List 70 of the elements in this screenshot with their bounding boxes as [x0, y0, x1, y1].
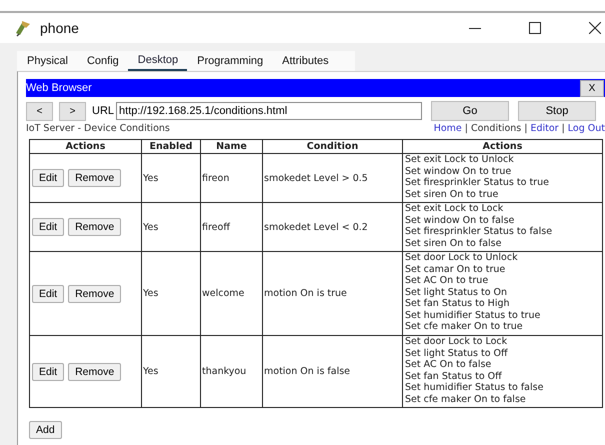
remove-button[interactable]: Remove: [68, 169, 122, 187]
close-icon[interactable]: [589, 22, 601, 34]
action-line: Set AC On to false: [405, 359, 492, 370]
edit-button[interactable]: Edit: [32, 284, 64, 302]
url-field[interactable]: http://192.168.25.1/conditions.html: [116, 102, 422, 120]
column-header: Actions: [402, 140, 602, 154]
nav-link[interactable]: Editor: [530, 123, 559, 134]
action-line: Set exit Lock to Lock: [405, 203, 504, 214]
nav-current: Conditions: [470, 123, 522, 134]
action-line: Set window On to false: [405, 214, 516, 226]
action-line: Set siren On to true: [405, 188, 500, 200]
stop-button[interactable]: Stop: [518, 101, 596, 121]
action-line: Set firesprinkler Status to true: [405, 177, 550, 188]
column-header: Name: [200, 140, 262, 154]
table-cell: smokedet Level < 0.2: [264, 222, 368, 232]
table-cell: Yes: [143, 172, 158, 184]
action-line: Set firesprinkler Status to false: [405, 226, 554, 238]
browser-title: Web Browser: [26, 82, 92, 94]
tab[interactable]: Physical: [17, 51, 77, 71]
remove-button[interactable]: Remove: [68, 284, 122, 302]
remove-button[interactable]: Remove: [68, 218, 122, 236]
column-header: Condition: [262, 140, 402, 154]
table-cell: welcome: [202, 288, 244, 299]
table-cell: Yes: [143, 366, 158, 377]
remove-button[interactable]: Remove: [68, 362, 122, 380]
action-line: Set window On to true: [405, 166, 512, 177]
action-line: Set exit Lock to Unlock: [405, 154, 515, 166]
action-line: Set humidifier Status to false: [405, 382, 544, 394]
tab[interactable]: Programming: [187, 51, 272, 71]
edit-button[interactable]: Edit: [32, 169, 64, 187]
action-line: Set door Lock to Lock: [405, 336, 508, 348]
nav-link[interactable]: Log Out: [568, 123, 605, 134]
separator: |: [464, 123, 468, 134]
table-cell: Yes: [143, 288, 158, 299]
nav-link[interactable]: Home: [434, 123, 462, 134]
table-cell: fireon: [202, 172, 230, 184]
column-header: Actions: [30, 140, 142, 154]
table-cell: thankyou: [202, 366, 246, 377]
separator: |: [562, 123, 565, 134]
action-line: Set fan Status to Off: [405, 370, 503, 382]
table-cell: fireoff: [202, 222, 230, 232]
tab[interactable]: Config: [76, 51, 128, 71]
action-line: Set cfe maker On to false: [405, 394, 527, 405]
table-cell: Yes: [143, 222, 158, 232]
go-button[interactable]: Go: [431, 101, 510, 121]
edit-button[interactable]: Edit: [32, 218, 64, 236]
maximize-icon[interactable]: [529, 22, 541, 34]
action-line: Set cfe maker On to true: [405, 321, 524, 332]
table-cell: motion On is true: [264, 288, 347, 299]
tab[interactable]: Attributes: [272, 51, 338, 71]
action-line: Set siren On to false: [405, 238, 502, 249]
action-line: Set camar On to true: [405, 264, 506, 275]
edit-button[interactable]: Edit: [32, 362, 64, 380]
separator: |: [524, 123, 528, 134]
action-line: Set humidifier Status to true: [405, 310, 542, 321]
action-line: Set door Lock to Unlock: [405, 252, 519, 264]
add-button[interactable]: Add: [29, 421, 62, 439]
page-heading: IoT Server - Device Conditions: [26, 123, 170, 134]
action-line: Set light Status to On: [405, 286, 508, 298]
url-label: URL: [92, 105, 114, 117]
action-line: Set light Status to Off: [405, 348, 509, 359]
back-button[interactable]: <: [26, 102, 53, 120]
table-cell: smokedet Level > 0.5: [264, 172, 368, 184]
window-title: phone: [40, 20, 79, 36]
action-line: Set fan Status to High: [405, 298, 511, 310]
table-cell: motion On is false: [264, 366, 350, 377]
forward-button[interactable]: >: [59, 102, 86, 120]
close-button[interactable]: X: [580, 80, 604, 96]
column-header: Enabled: [142, 140, 200, 154]
action-line: Set AC On to true: [405, 275, 490, 286]
